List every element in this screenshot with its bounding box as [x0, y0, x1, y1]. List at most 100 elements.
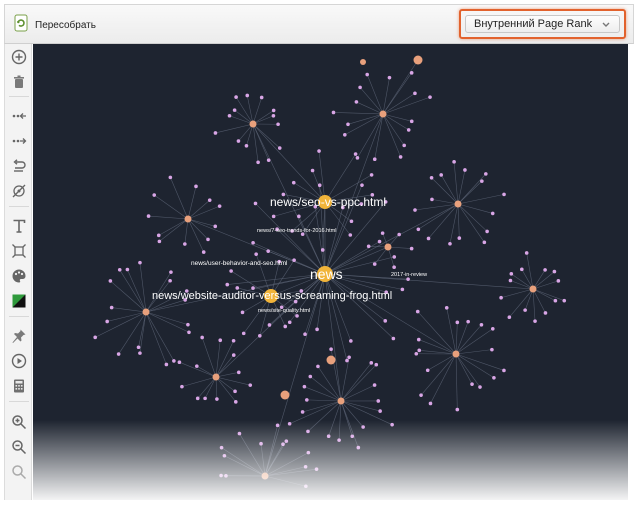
- graph-node[interactable]: [439, 173, 443, 177]
- graph-node[interactable]: [169, 270, 173, 274]
- rebuild-button[interactable]: Пересобрать: [13, 14, 96, 35]
- graph-node[interactable]: [391, 336, 396, 341]
- graph-node[interactable]: [194, 184, 198, 189]
- graph-node[interactable]: [292, 258, 296, 263]
- fit-icon[interactable]: [9, 241, 29, 261]
- graph-node[interactable]: [116, 352, 121, 356]
- graph-node[interactable]: [224, 474, 228, 478]
- graph-node[interactable]: [212, 373, 220, 381]
- graph-node[interactable]: [326, 434, 331, 439]
- collapse-links-icon[interactable]: [9, 106, 29, 126]
- graph-node[interactable]: [291, 180, 296, 185]
- graph-node[interactable]: [233, 400, 238, 404]
- graph-node[interactable]: [244, 143, 249, 148]
- graph-node[interactable]: [231, 338, 236, 343]
- graph-node[interactable]: [429, 175, 434, 180]
- graph-node[interactable]: [349, 339, 353, 343]
- graph-node[interactable]: [480, 179, 484, 183]
- graph-node[interactable]: [508, 278, 513, 283]
- graph-node[interactable]: [229, 269, 233, 273]
- graph-node[interactable]: [317, 183, 322, 187]
- graph-node[interactable]: [117, 267, 122, 272]
- graph-node[interactable]: [379, 110, 387, 118]
- graph-node[interactable]: [484, 172, 488, 176]
- graph-node[interactable]: [428, 95, 432, 99]
- calculator-icon[interactable]: [9, 376, 29, 396]
- graph-node[interactable]: [398, 155, 403, 159]
- graph-node[interactable]: [304, 484, 308, 489]
- graph-node[interactable]: [295, 314, 299, 318]
- graph-node[interactable]: [499, 295, 503, 300]
- graph-node[interactable]: [509, 272, 514, 276]
- graph-node[interactable]: [305, 398, 309, 402]
- graph-node[interactable]: [108, 279, 113, 283]
- graph-node[interactable]: [416, 227, 421, 232]
- graph-node[interactable]: [414, 351, 419, 356]
- graph-node[interactable]: [172, 359, 176, 363]
- hide-links-icon[interactable]: [9, 181, 29, 201]
- graph-node[interactable]: [372, 157, 377, 162]
- graph-node[interactable]: [372, 383, 377, 387]
- site-structure-graph[interactable]: news/7-seo-trends-for-2016.html news/seo…: [33, 44, 628, 500]
- graph-node[interactable]: [314, 467, 319, 471]
- graph-node[interactable]: [157, 239, 162, 244]
- graph-node[interactable]: [354, 100, 359, 104]
- graph-node[interactable]: [207, 198, 212, 202]
- graph-node[interactable]: [361, 425, 365, 429]
- graph-node[interactable]: [448, 241, 452, 246]
- graph-node[interactable]: [337, 438, 341, 442]
- graph-node[interactable]: [125, 267, 130, 272]
- graph-node[interactable]: [276, 122, 280, 127]
- graph-node[interactable]: [168, 175, 173, 180]
- graph-node[interactable]: [355, 156, 360, 160]
- trash-icon[interactable]: [9, 72, 29, 92]
- graph-node[interactable]: [331, 110, 336, 115]
- graph-node[interactable]: [266, 249, 270, 253]
- graph-node[interactable]: [195, 396, 200, 401]
- graph-node[interactable]: [283, 324, 288, 329]
- graph-node[interactable]: [392, 255, 397, 259]
- graph-node[interactable]: [287, 421, 292, 426]
- graph-node[interactable]: [455, 320, 460, 325]
- text-icon[interactable]: [9, 216, 29, 236]
- graph-node[interactable]: [457, 236, 462, 240]
- graph-node[interactable]: [218, 338, 223, 343]
- graph-node[interactable]: [562, 298, 567, 303]
- graph-node[interactable]: [236, 370, 241, 375]
- graph-node[interactable]: [234, 95, 238, 99]
- graph-node[interactable]: [343, 132, 347, 137]
- zoom-out-icon[interactable]: [9, 437, 29, 457]
- graph-node[interactable]: [245, 93, 250, 98]
- graph-node[interactable]: [105, 319, 109, 324]
- graph-node[interactable]: [240, 310, 245, 315]
- graph-node[interactable]: [444, 305, 449, 310]
- graph-node[interactable]: [266, 158, 271, 162]
- graph-node[interactable]: [306, 429, 310, 434]
- add-icon[interactable]: [9, 47, 29, 67]
- graph-node[interactable]: [409, 246, 414, 251]
- graph-node[interactable]: [271, 108, 276, 113]
- graph-node[interactable]: [156, 233, 161, 238]
- graph-node[interactable]: [320, 248, 325, 252]
- graph-node[interactable]: [369, 361, 374, 365]
- undo-icon[interactable]: [9, 156, 29, 176]
- zoom-reset-icon[interactable]: [9, 462, 29, 482]
- graph-node[interactable]: [390, 422, 394, 427]
- graph-node[interactable]: [203, 396, 207, 401]
- graph-node[interactable]: [337, 397, 345, 405]
- graph-node[interactable]: [251, 240, 255, 245]
- graph-node[interactable]: [397, 232, 401, 237]
- graph-node[interactable]: [280, 390, 290, 400]
- graph-node[interactable]: [241, 331, 246, 336]
- graph-node[interactable]: [416, 337, 421, 342]
- graph-node[interactable]: [356, 445, 361, 450]
- graph-node[interactable]: [201, 250, 206, 254]
- graph-node[interactable]: [533, 319, 537, 323]
- graph-node[interactable]: [326, 355, 336, 365]
- graph-node[interactable]: [187, 330, 191, 335]
- graph-node[interactable]: [186, 322, 190, 327]
- graph-node[interactable]: [259, 441, 263, 446]
- graph-node[interactable]: [552, 269, 557, 274]
- zoom-in-icon[interactable]: [9, 412, 29, 432]
- graph-node[interactable]: [300, 410, 305, 414]
